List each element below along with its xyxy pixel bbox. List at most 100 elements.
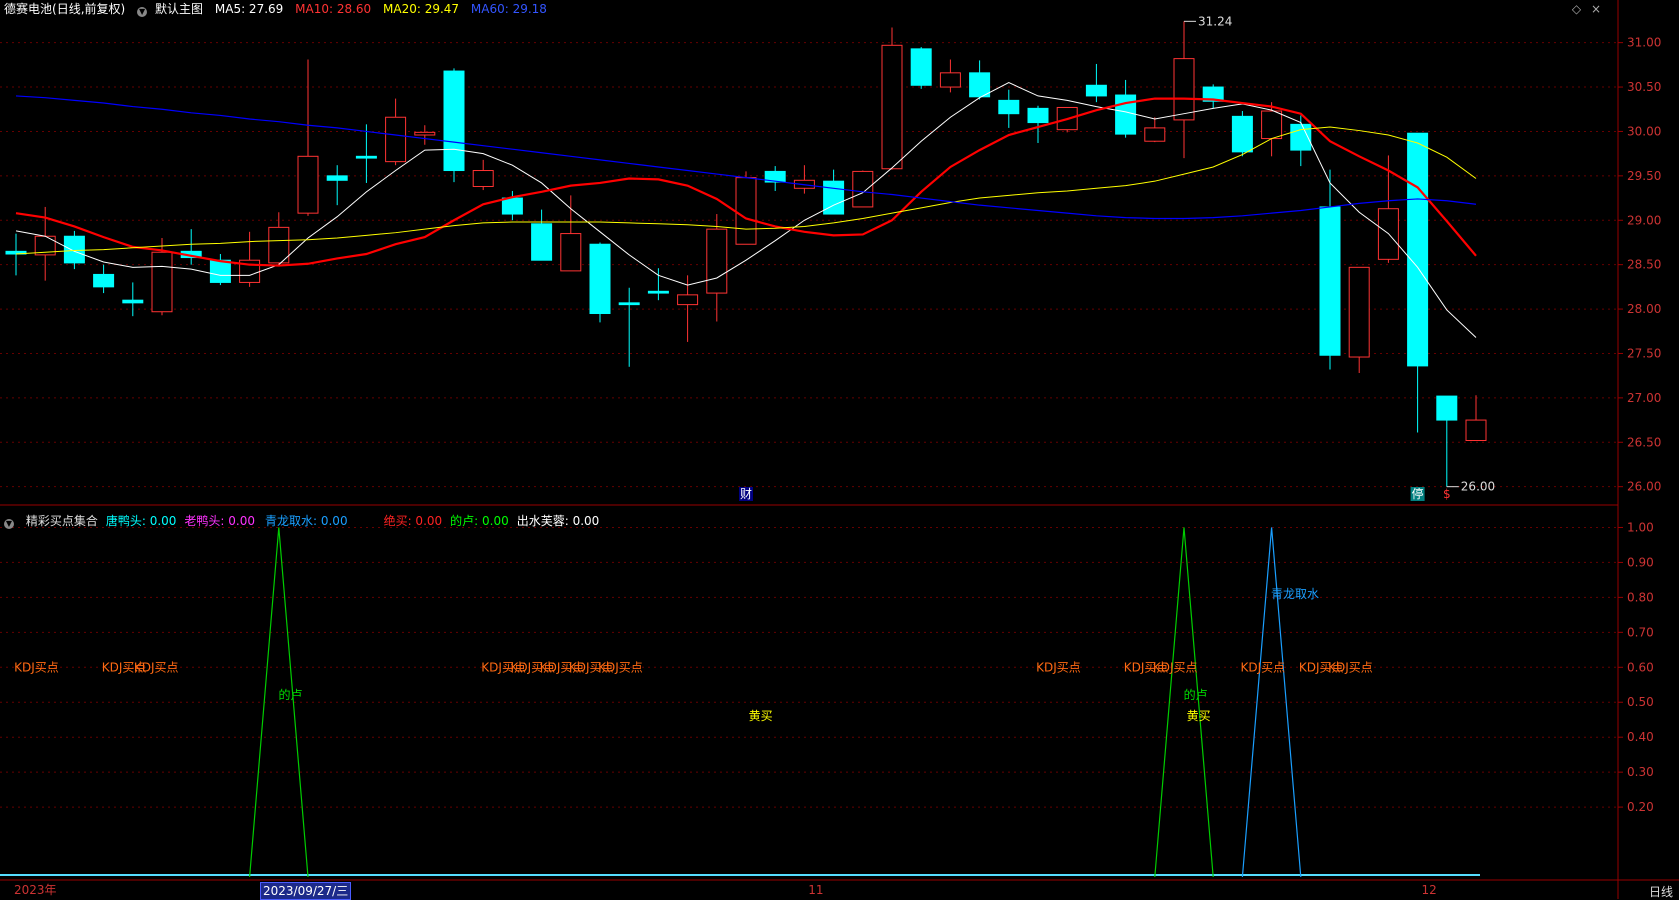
y-tick-label: 27.50 — [1627, 346, 1661, 360]
candle-body — [1231, 115, 1253, 153]
candle-body — [677, 294, 699, 306]
signal-label: KDJ买点 — [1241, 660, 1286, 674]
candle-body — [385, 116, 407, 163]
chevron-down-icon[interactable]: ▼ — [4, 519, 14, 529]
y-tick-label: 28.50 — [1627, 258, 1661, 272]
candle-body — [1085, 84, 1107, 97]
diamond-icon[interactable]: ◇ — [1572, 2, 1581, 16]
candle-body — [326, 175, 348, 181]
candle-body — [531, 223, 553, 261]
signal-label: KDJ买点 — [1036, 660, 1081, 674]
candle-body — [1436, 395, 1458, 421]
stock-chart-stage[interactable]: 31.00 30.50 30.00 29.50 29.00 28.50 28.00 27.50… — [0, 0, 1679, 899]
signal-label: KDJ买点 — [134, 660, 179, 674]
candle-body — [560, 233, 582, 272]
signal-label: 黄买 — [1187, 709, 1211, 723]
y-tick-label: 0.30 — [1627, 765, 1654, 779]
y-tick-label: 27.00 — [1627, 391, 1661, 405]
x-axis-label: 2023年 — [14, 883, 57, 897]
candle-body — [706, 228, 728, 294]
candle-body — [969, 72, 991, 98]
main-chart-header: 德赛电池(日线,前复权) ▼ 默认主图 MA5: 27.69 MA10: 28.6… — [4, 1, 555, 17]
candle-body — [589, 243, 611, 315]
candle-body — [910, 48, 932, 86]
indicator-legend-item: 绝买: 0.00 — [383, 514, 443, 528]
event-marker: $ — [1443, 487, 1451, 501]
event-marker: 财 — [740, 487, 752, 501]
candle-body — [501, 197, 523, 215]
candle-body — [122, 299, 144, 304]
candle-body — [1348, 266, 1370, 358]
y-tick-label: 1.00 — [1627, 520, 1654, 534]
candle-body — [1407, 132, 1429, 367]
y-tick-label: 0.20 — [1627, 800, 1654, 814]
candle-body — [93, 273, 115, 288]
signal-spike — [1241, 527, 1302, 878]
candle-body — [647, 290, 669, 294]
y-tick-label: 26.00 — [1627, 480, 1661, 494]
window-buttons: ◇ × — [1566, 2, 1601, 16]
y-tick-label: 30.50 — [1627, 80, 1661, 94]
candle-body — [735, 177, 757, 245]
candle-body — [1144, 127, 1166, 142]
y-tick-label: 29.50 — [1627, 169, 1661, 183]
candle-body — [268, 226, 290, 264]
y-tick-label: 0.60 — [1627, 660, 1654, 674]
candle-body — [1465, 419, 1487, 441]
candle-body — [472, 170, 494, 188]
candle-body — [852, 170, 874, 208]
indicator-legend-item: 青龙取水: 0.00 — [265, 514, 348, 528]
indicator-legend-item: 老鸭头: 0.00 — [184, 514, 255, 528]
candle-body — [998, 99, 1020, 115]
candle-body — [1261, 110, 1283, 140]
signal-label: KDJ买点 — [14, 660, 59, 674]
stock-name[interactable]: 德赛电池 — [4, 2, 52, 16]
signal-label: KDJ买点 — [1328, 660, 1373, 674]
selected-date-label: 2023/09/27/三 — [260, 882, 352, 900]
candle-body — [618, 302, 640, 306]
y-tick-label: 0.40 — [1627, 730, 1654, 744]
chevron-down-icon[interactable]: ▼ — [137, 7, 148, 17]
main-chart-selector[interactable]: 默认主图 — [155, 2, 203, 16]
indicator-title[interactable]: 精彩买点集合 — [26, 514, 98, 528]
candle-body — [63, 235, 85, 264]
ma20-value: MA20: 29.47 — [383, 2, 460, 16]
signal-label: 青龙取水 — [1271, 587, 1319, 601]
indicator-header: ▼ 精彩买点集合 唐鸭头: 0.00 老鸭头: 0.00 青龙取水: 0.00 绝买: … — [4, 513, 607, 529]
x-axis-label: 11 — [808, 883, 823, 897]
candle-body — [1027, 107, 1049, 124]
candle-body — [151, 251, 173, 313]
y-tick-label: 26.50 — [1627, 435, 1661, 449]
y-tick-label: 0.90 — [1627, 555, 1654, 569]
candle-body — [209, 259, 231, 283]
y-tick-label: 28.00 — [1627, 302, 1661, 316]
y-tick-label: 0.80 — [1627, 590, 1654, 604]
signal-label: 的卢 — [1184, 687, 1208, 702]
x-axis-label: 12 — [1421, 883, 1436, 897]
price-annotation: 31.24 — [1198, 14, 1232, 28]
candle-body — [443, 70, 465, 172]
indicator-legend-item: 唐鸭头: 0.00 — [105, 514, 177, 528]
ma10-value: MA10: 28.60 — [295, 2, 372, 16]
signal-label: 的卢 — [278, 687, 302, 702]
ma5-value: MA5: 27.69 — [214, 2, 284, 16]
candle-body — [355, 155, 377, 159]
signal-label: KDJ买点 — [1153, 660, 1198, 674]
ma60-value: MA60: 29.18 — [470, 2, 547, 16]
period-label: (日线,前复权) — [52, 2, 126, 16]
indicator-legend-item: 的卢: 0.00 — [450, 514, 509, 528]
indicator-legend-item: 出水芙蓉: 0.00 — [516, 514, 600, 528]
y-tick-label: 31.00 — [1627, 36, 1661, 50]
y-tick-label: 29.00 — [1627, 213, 1661, 227]
signal-label: 黄买 — [749, 709, 773, 723]
y-tick-label: 0.70 — [1627, 625, 1654, 639]
candle-body — [939, 72, 961, 88]
event-marker: 停 — [1412, 486, 1424, 501]
signal-label: KDJ买点 — [598, 660, 643, 674]
period-type-label[interactable]: 日线 — [1649, 883, 1673, 900]
price-annotation: 26.00 — [1461, 480, 1495, 494]
candle-body — [297, 155, 319, 214]
close-icon[interactable]: × — [1591, 2, 1601, 16]
y-tick-label: 0.50 — [1627, 695, 1654, 709]
candle-body — [1319, 206, 1341, 356]
